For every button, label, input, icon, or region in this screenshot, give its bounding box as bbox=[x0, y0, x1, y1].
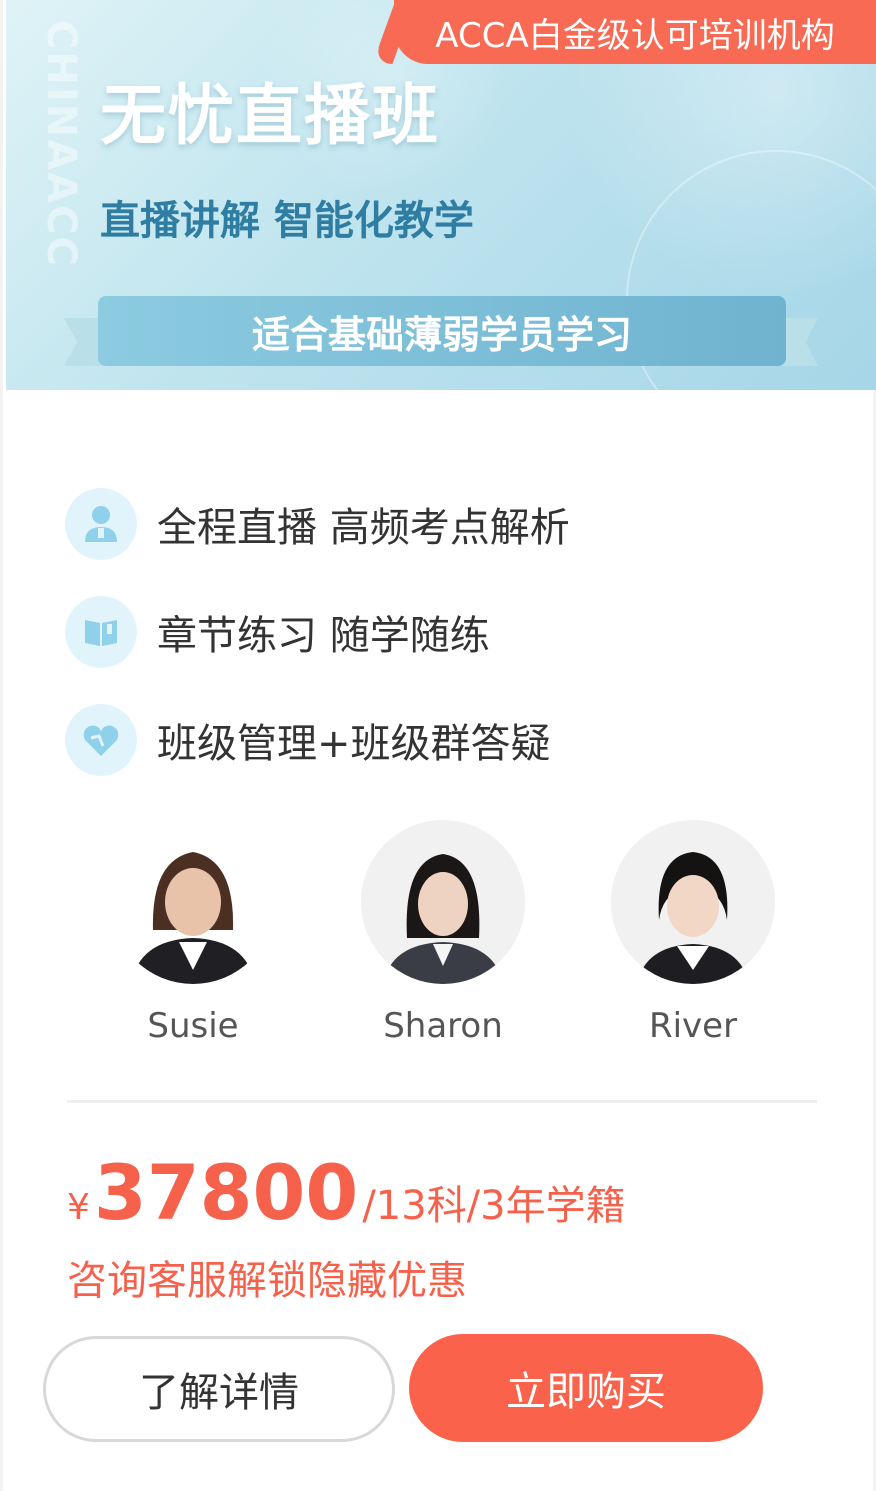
divider bbox=[67, 1100, 817, 1103]
teacher-name: Susie bbox=[147, 1006, 239, 1046]
teacher-card[interactable]: Sharon bbox=[353, 820, 533, 1046]
price-amount: 37800 bbox=[93, 1148, 359, 1237]
banner-subtitle: 直播讲解 智能化教学 bbox=[100, 198, 474, 244]
feature-text: 班级管理+班级群答疑 bbox=[157, 721, 551, 767]
banner-title: 无忧直播班 bbox=[100, 77, 440, 154]
heart-icon bbox=[65, 704, 137, 776]
feature-list: 全程直播 高频考点解析 章节练习 随学随练 班级管理+班级群答疑 bbox=[65, 470, 825, 794]
price-unit: /13科/3年学籍 bbox=[362, 1183, 626, 1229]
course-banner: CHINAACC ACCA白金级认可培训机构 无忧直播班 直播讲解 智能化教学 … bbox=[6, 0, 876, 390]
promo-text[interactable]: 咨询客服解锁隐藏优惠 bbox=[67, 1248, 467, 1306]
price: ¥ 37800 /13科/3年学籍 bbox=[67, 1148, 626, 1237]
teacher-avatar bbox=[611, 820, 775, 984]
feature-item: 章节练习 随学随练 bbox=[65, 578, 825, 686]
price-currency: ¥ bbox=[67, 1187, 90, 1228]
feature-text: 全程直播 高频考点解析 bbox=[157, 505, 570, 551]
teacher-name: Sharon bbox=[383, 1006, 503, 1046]
certification-badge: ACCA白金级认可培训机构 bbox=[394, 0, 876, 64]
teacher-avatar bbox=[361, 820, 525, 984]
banner-watermark: CHINAACC bbox=[38, 20, 84, 268]
feature-text: 章节练习 随学随练 bbox=[157, 613, 490, 659]
teacher-card[interactable]: Susie bbox=[103, 820, 283, 1046]
teacher-name: River bbox=[648, 1006, 738, 1046]
teacher-icon bbox=[65, 488, 137, 560]
teacher-avatar bbox=[111, 820, 275, 984]
teacher-card[interactable]: River bbox=[603, 820, 783, 1046]
details-button[interactable]: 了解详情 bbox=[43, 1336, 395, 1442]
course-card: CHINAACC ACCA白金级认可培训机构 无忧直播班 直播讲解 智能化教学 … bbox=[0, 0, 876, 1491]
book-icon bbox=[65, 596, 137, 668]
feature-item: 班级管理+班级群答疑 bbox=[65, 686, 825, 794]
audience-ribbon: 适合基础薄弱学员学习 bbox=[98, 296, 786, 366]
buy-button[interactable]: 立即购买 bbox=[409, 1334, 763, 1442]
teacher-list: Susie Sharon River bbox=[103, 820, 803, 1060]
feature-item: 全程直播 高频考点解析 bbox=[65, 470, 825, 578]
